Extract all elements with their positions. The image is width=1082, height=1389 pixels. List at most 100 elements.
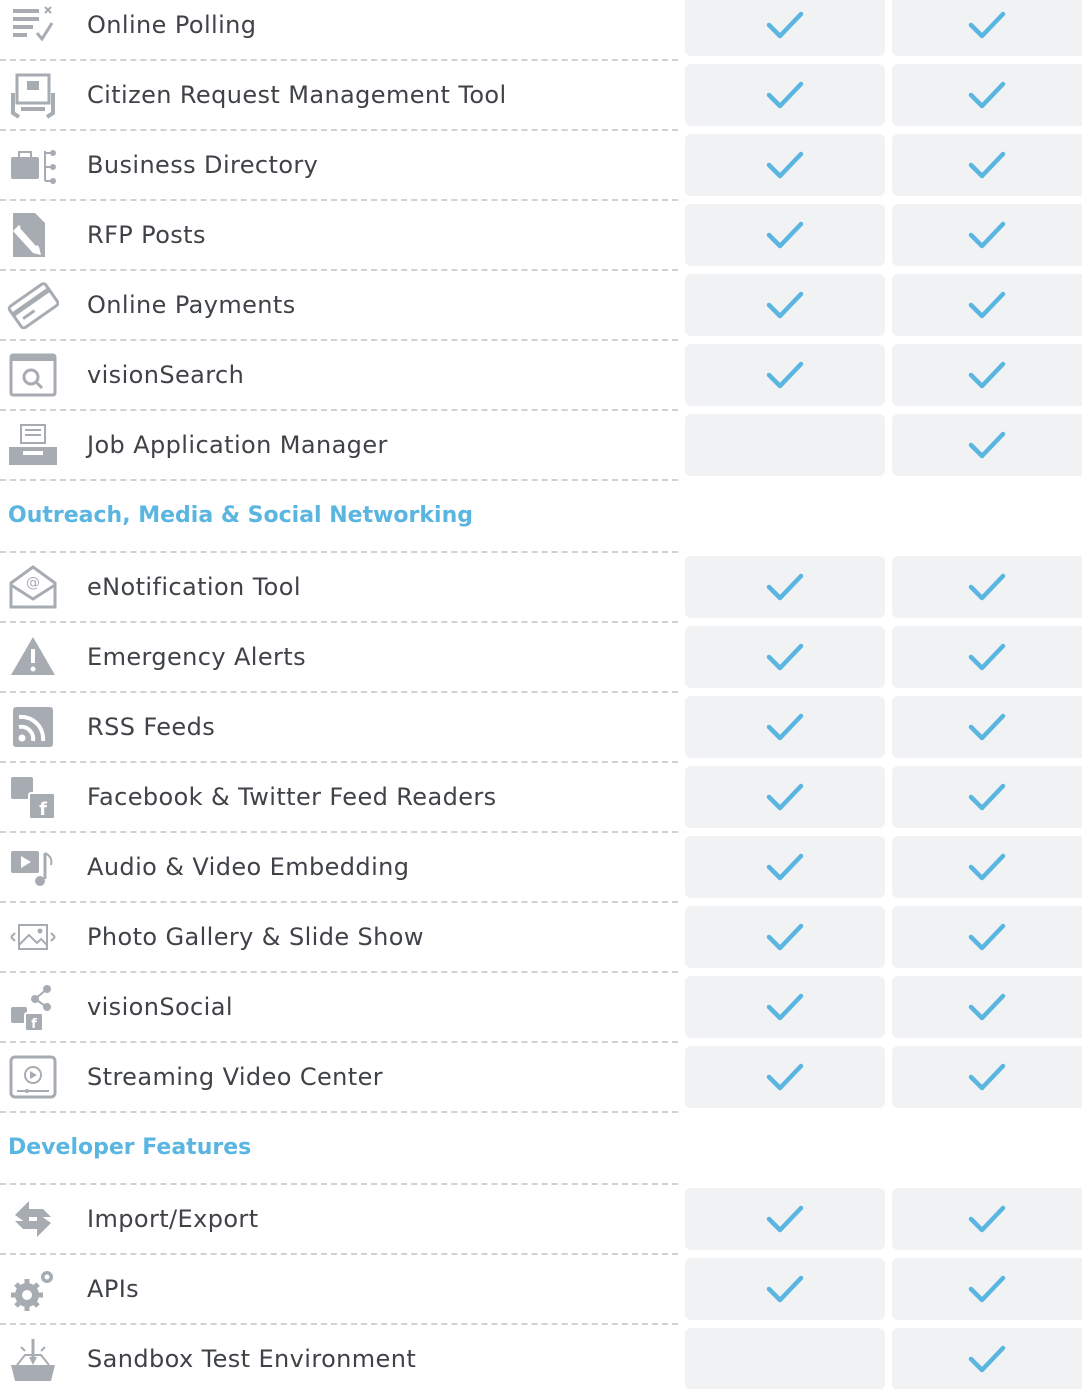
request-board-icon (6, 70, 60, 120)
feature-row: Audio & Video Embedding (0, 832, 1082, 903)
checkmark-icon (766, 573, 804, 601)
plan-2-cell (892, 64, 1082, 126)
checkmark-icon (968, 361, 1006, 389)
feature-row: Sandbox Test Environment (0, 1324, 1082, 1389)
feature-row: Citizen Request Management Tool (0, 60, 1082, 131)
checkmark-icon (968, 11, 1006, 39)
feature-label: RSS Feeds (87, 713, 216, 741)
feature-row: Import/Export (0, 1183, 1082, 1255)
checkmark-icon (968, 783, 1006, 811)
feature-label: Online Polling (87, 11, 257, 39)
plan-1-cell (685, 0, 885, 56)
plan-1-cell (685, 836, 885, 898)
feature-label: Citizen Request Management Tool (87, 81, 507, 109)
feature-row: visionSearch (0, 340, 1082, 411)
checkmark-icon (766, 713, 804, 741)
feature-label: Business Directory (87, 151, 319, 179)
plan-2-cell (892, 414, 1082, 476)
plan-2-cell (892, 766, 1082, 828)
feature-label: RFP Posts (87, 221, 206, 249)
plan-2-cell (892, 0, 1082, 56)
checkmark-icon (968, 151, 1006, 179)
feature-label: eNotification Tool (87, 573, 301, 601)
plan-1-cell (685, 1328, 885, 1389)
plan-2-cell (892, 204, 1082, 266)
search-window-icon (6, 350, 60, 400)
checkmark-icon (968, 1345, 1006, 1373)
plan-1-cell (685, 134, 885, 196)
checkmark-icon (766, 1205, 804, 1233)
checkmark-icon (766, 993, 804, 1021)
checkmark-icon (766, 151, 804, 179)
checkmark-icon (766, 643, 804, 671)
plan-2-cell (892, 556, 1082, 618)
plan-2-cell (892, 836, 1082, 898)
checkmark-icon (766, 1275, 804, 1303)
plan-1-cell (685, 1188, 885, 1250)
feature-row: Emergency Alerts (0, 622, 1082, 693)
feature-label: visionSocial (87, 993, 233, 1021)
feature-label: Audio & Video Embedding (87, 853, 410, 881)
poll-icon (6, 0, 60, 50)
checkmark-icon (766, 361, 804, 389)
rss-icon (6, 702, 60, 752)
plan-2-cell (892, 696, 1082, 758)
checkmark-icon (968, 1063, 1006, 1091)
plan-1-cell (685, 1046, 885, 1108)
feature-label: APIs (87, 1275, 140, 1303)
plan-2-cell (892, 1328, 1082, 1389)
email-icon: @ (6, 562, 60, 612)
checkmark-icon (968, 1275, 1006, 1303)
plan-1-cell (685, 766, 885, 828)
feature-row: RFP Posts (0, 200, 1082, 271)
section-title: Developer Features (8, 1135, 252, 1160)
checkmark-icon (968, 1205, 1006, 1233)
feature-row: @ eNotification Tool (0, 551, 1082, 623)
feature-label: visionSearch (87, 361, 245, 389)
svg-text:f: f (39, 799, 47, 820)
checkmark-icon (766, 221, 804, 249)
plan-2-cell (892, 626, 1082, 688)
feature-label: Emergency Alerts (87, 643, 307, 671)
checkmark-icon (968, 713, 1006, 741)
feature-label: Photo Gallery & Slide Show (87, 923, 424, 951)
credit-card-icon (6, 280, 60, 330)
plan-1-cell (685, 906, 885, 968)
checkmark-icon (766, 81, 804, 109)
briefcase-directory-icon (6, 140, 60, 190)
feature-label: Import/Export (87, 1205, 259, 1233)
plan-2-cell (892, 1188, 1082, 1250)
checkmark-icon (766, 853, 804, 881)
feature-label: Streaming Video Center (87, 1063, 384, 1091)
checkmark-icon (968, 923, 1006, 951)
feature-row: Online Polling (0, 0, 1082, 61)
plan-1-cell (685, 556, 885, 618)
checkmark-icon (968, 291, 1006, 319)
plan-1-cell (685, 64, 885, 126)
plan-2-cell (892, 134, 1082, 196)
feature-label: Facebook & Twitter Feed Readers (87, 783, 497, 811)
svg-text:f: f (31, 1017, 37, 1031)
feature-row: APIs (0, 1254, 1082, 1325)
sandbox-icon (6, 1334, 60, 1384)
feature-row: RSS Feeds (0, 692, 1082, 763)
checkmark-icon (968, 573, 1006, 601)
checkmark-icon (968, 853, 1006, 881)
plan-1-cell (685, 414, 885, 476)
video-player-icon (6, 1052, 60, 1102)
checkmark-icon (968, 221, 1006, 249)
plan-1-cell (685, 204, 885, 266)
checkmark-icon (968, 81, 1006, 109)
plan-2-cell (892, 1258, 1082, 1320)
feature-row: Photo Gallery & Slide Show (0, 902, 1082, 973)
plan-1-cell (685, 344, 885, 406)
plan-1-cell (685, 696, 885, 758)
feature-label: Job Application Manager (87, 431, 388, 459)
inbox-tray-icon (6, 420, 60, 470)
plan-1-cell (685, 274, 885, 336)
svg-text:@: @ (26, 575, 40, 591)
plan-2-cell (892, 344, 1082, 406)
warning-icon (6, 632, 60, 682)
feature-comparison-table: Online Polling Citizen Request Management… (0, 0, 1082, 1389)
checkmark-icon (968, 643, 1006, 671)
